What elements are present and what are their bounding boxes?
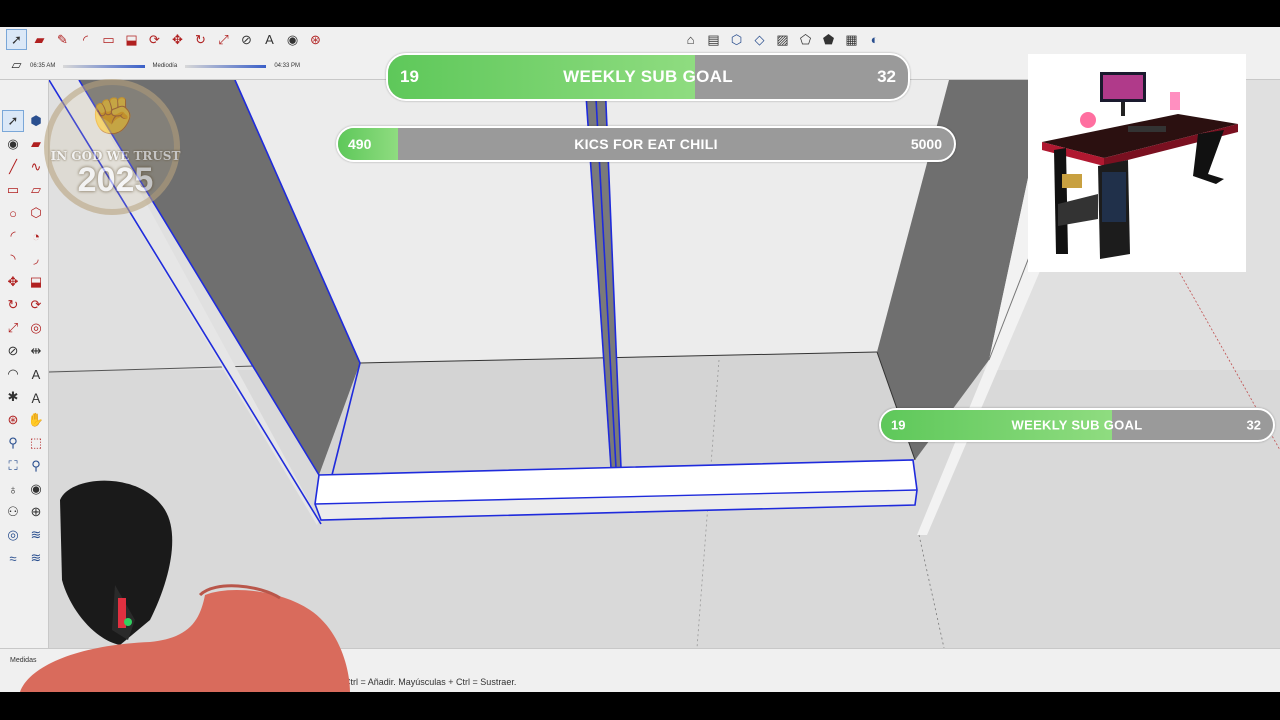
orbit-icon[interactable]: ⊛ [305,29,326,50]
toolbar-row-views: ⌂ ▤ ⬡ ◇ ▨ ⬠ ⬟ ▦ ◐ [680,29,885,51]
zoom-icon[interactable]: ⚲ [2,432,24,454]
pushpull-icon[interactable]: ⬓ [121,29,142,50]
scale-icon[interactable]: ⤢ [213,29,234,50]
rectangle-icon[interactable]: ▭ [2,179,24,201]
goal-right-start: 19 [891,417,906,433]
protractor-icon[interactable]: ◠ [2,363,24,385]
sections-icon[interactable]: ◐ [864,29,885,50]
webcam-overlay [20,480,350,692]
letterbox-bottom [0,692,1280,720]
zoomwindow-icon[interactable]: ⬚ [25,432,47,454]
shaded-icon[interactable]: ▦ [841,29,862,50]
letterbox-top [0,0,1280,27]
circle-icon[interactable]: ○ [2,202,24,224]
followme-icon[interactable]: ⟳ [25,294,47,316]
shadow-time-slider-2[interactable] [185,64,267,68]
fist-icon: ✊ [90,95,135,136]
gaming-desk-illustration [1042,72,1238,259]
pencil-icon[interactable]: ✎ [52,29,73,50]
wireframe-icon[interactable]: ⬠ [795,29,816,50]
streamer-shirt [20,590,350,692]
rotate-icon[interactable]: ↻ [190,29,211,50]
goal-right-title: WEEKLY SUB GOAL [1011,417,1143,433]
axes-icon[interactable]: ✱ [2,386,24,408]
goal-top-end: 32 [877,67,896,86]
goal-right-end: 32 [1246,417,1261,433]
arc-icon[interactable]: ◜ [2,225,24,247]
followme-icon[interactable]: ⟳ [144,29,165,50]
eraser-icon[interactable]: ▰ [29,29,50,50]
move-icon[interactable]: ✥ [167,29,188,50]
scale-icon[interactable]: ⤢ [2,317,24,339]
kics-start: 490 [348,136,372,152]
pie-icon[interactable]: ◔ [25,225,47,247]
kics-goal: 490 KICS FOR EAT CHILI 5000 [336,126,956,162]
paint-icon[interactable]: ◉ [282,29,303,50]
desk-product-image [1028,54,1246,272]
tape-icon[interactable]: ⊘ [236,29,257,50]
toolbar-row-main: ➚ ▰ ✎ ◜ ▭ ⬓ ⟳ ✥ ↻ ⤢ ⊘ A ◉ ⊛ [6,29,326,51]
stream-badge: ✊ IN GOD WE TRUST 2025 [38,79,193,215]
move-icon[interactable]: ✥ [2,271,24,293]
rectangle-icon[interactable]: ▭ [98,29,119,50]
shadow-timeline[interactable]: 06:35 AM Mediodía 04:33 PM [30,57,300,75]
arc3-icon[interactable]: ◞ [25,248,47,270]
line-icon[interactable]: ╱ [2,156,24,178]
shadow-time-noon: Mediodía [152,63,178,69]
orbit-icon[interactable]: ⊛ [2,409,24,431]
select-icon[interactable]: ➚ [2,110,24,132]
shadow-time-end: 04:33 PM [274,63,301,69]
offset-icon[interactable]: ◎ [25,317,47,339]
paint-icon[interactable]: ◉ [2,133,24,155]
weekly-sub-goal-right: 19 WEEKLY SUB GOAL 32 [879,408,1275,442]
select-icon[interactable]: ➚ [6,29,27,50]
goal-top-title: WEEKLY SUB GOAL [563,67,733,86]
home-icon[interactable]: ⌂ [680,29,701,50]
eraser-icon[interactable]: ▱ [6,54,27,75]
arc2-icon[interactable]: ◝ [2,248,24,270]
status-hint: Ctrl = Añadir. Mayúsculas + Ctrl = Sustr… [344,677,517,687]
3dtext-icon[interactable]: Ａ [25,386,47,408]
badge-year: 2025 [77,161,154,199]
pan-icon[interactable]: ✋ [25,409,47,431]
top-icon[interactable]: ◇ [749,29,770,50]
tape-icon[interactable]: ⊘ [2,340,24,362]
arc-icon[interactable]: ◜ [75,29,96,50]
kics-title: KICS FOR EAT CHILI [574,136,718,152]
shadow-time-start: 06:35 AM [30,63,56,69]
hidden-icon[interactable]: ⬟ [818,29,839,50]
pushpull-icon[interactable]: ⬓ [25,271,47,293]
dimension-icon[interactable]: ⇹ [25,340,47,362]
weekly-sub-goal-top: 19 WEEKLY SUB GOAL 32 [386,53,910,101]
text-icon[interactable]: A [25,363,47,385]
rotate-icon[interactable]: ↻ [2,294,24,316]
xray-icon[interactable]: ▨ [772,29,793,50]
kics-end: 5000 [910,136,942,152]
iso-icon[interactable]: ⬡ [726,29,747,50]
text-icon[interactable]: A [259,29,280,50]
toolbar-row-second: ▱ [6,54,27,76]
goal-top-start: 19 [400,67,419,86]
folder-icon[interactable]: ▤ [703,29,724,50]
shadow-time-slider[interactable] [63,64,145,68]
